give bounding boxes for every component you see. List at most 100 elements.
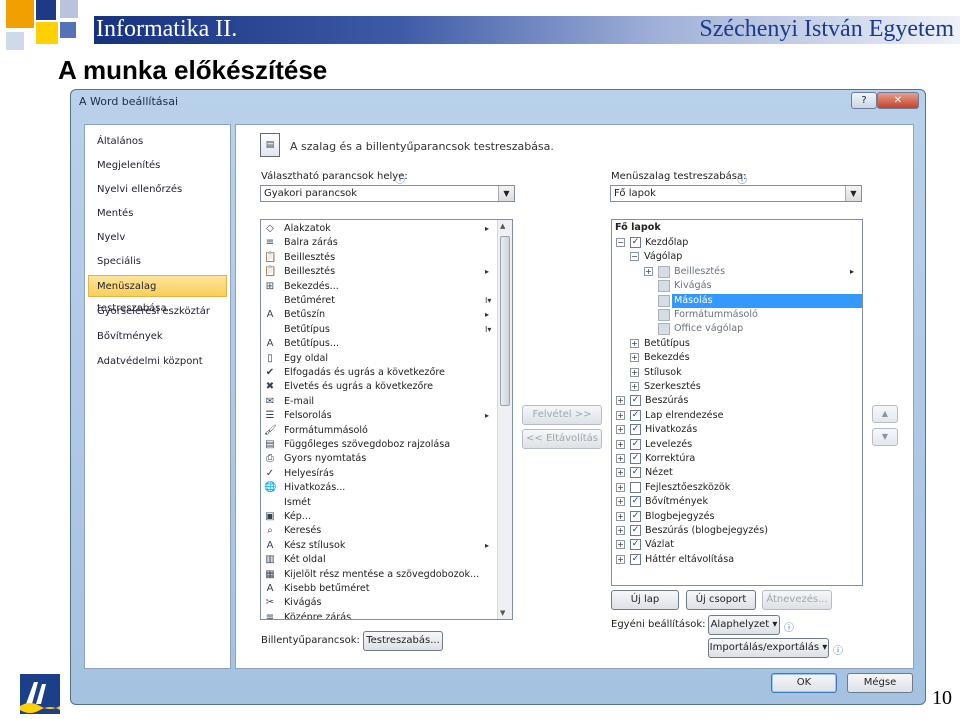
expand-icon[interactable]: +	[616, 396, 625, 406]
help-button[interactable]: ?	[851, 92, 877, 109]
dropdown-arrow-icon[interactable]: ▼	[845, 186, 861, 201]
nav-item-5[interactable]: Nyelv	[85, 227, 230, 249]
command-item[interactable]: ▣ Kép...	[261, 510, 497, 524]
tree-item[interactable]: + ✓ Nézet	[612, 466, 862, 480]
tab-checkbox[interactable]: ✓	[630, 539, 641, 551]
tab-checkbox[interactable]: ✓	[630, 510, 641, 522]
tab-checkbox[interactable]: ✓	[630, 409, 641, 421]
tab-checkbox[interactable]: ✓	[630, 553, 641, 565]
command-item[interactable]: ✖ Elvetés és ugrás a következőre	[261, 380, 497, 394]
tab-checkbox[interactable]: ✓	[630, 453, 641, 464]
tree-item[interactable]: − ✓ Kezdőlap	[612, 236, 862, 250]
tree-item[interactable]: Kivágás	[612, 279, 862, 293]
tab-checkbox[interactable]: ✓	[630, 424, 641, 436]
expand-icon[interactable]: +	[616, 511, 625, 521]
tree-item[interactable]: + ✓ Blogbejegyzés	[612, 510, 862, 524]
tree-item[interactable]: + ✓ Beszúrás	[612, 394, 862, 408]
collapse-icon[interactable]: −	[630, 252, 639, 262]
expand-icon[interactable]: +	[616, 410, 625, 420]
command-item[interactable]: Betűtípus I▾	[261, 323, 497, 337]
tree-item[interactable]: + ✓ Bővítmények	[612, 495, 862, 509]
expand-icon[interactable]: +	[630, 353, 639, 363]
add-button[interactable]: Felvétel >>	[522, 405, 602, 425]
tree-item[interactable]: + ✓ Beszúrás (blogbejegyzés)	[612, 524, 862, 538]
nav-item-8[interactable]: Gyorselérési eszköztár	[85, 301, 230, 323]
nav-item-6[interactable]: Speciális	[85, 251, 230, 273]
nav-item-9[interactable]: Bővítmények	[85, 326, 230, 348]
move-down-icon[interactable]: ▼	[872, 428, 898, 446]
tree-item[interactable]: Másolás	[612, 293, 862, 308]
tree-item[interactable]: + ✓ Háttér eltávolítása	[612, 553, 862, 567]
scroll-down-icon[interactable]: ▼	[500, 609, 505, 617]
nav-item-2[interactable]: Megjelenítés	[85, 155, 230, 177]
tree-item[interactable]: + ✓ Levelezés	[612, 438, 862, 452]
command-item[interactable]: ⎙ Gyors nyomtatás	[261, 452, 497, 466]
command-item[interactable]: ▯ Egy oldal	[261, 352, 497, 366]
tab-checkbox[interactable]: ✓	[630, 237, 641, 248]
command-item[interactable]: 🌐 Hivatkozás...	[261, 481, 497, 495]
command-item[interactable]: 📋 Beillesztés	[261, 251, 497, 265]
new-group-button[interactable]: Új csoport	[686, 590, 756, 610]
command-item[interactable]: ▥ Két oldal	[261, 553, 497, 567]
expand-icon[interactable]: +	[616, 439, 625, 449]
cancel-button[interactable]: Mégse	[847, 673, 913, 693]
tab-checkbox[interactable]	[630, 481, 641, 493]
dropdown-arrow-icon[interactable]: ▼	[498, 186, 514, 201]
expand-icon[interactable]: +	[616, 468, 625, 478]
expand-icon[interactable]: +	[616, 482, 625, 492]
tab-checkbox[interactable]: ✓	[630, 395, 641, 407]
scroll-thumb[interactable]	[500, 236, 510, 406]
tree-item[interactable]: + Stílusok	[612, 366, 862, 380]
command-item[interactable]: ⌕ Keresés	[261, 524, 497, 538]
tree-item[interactable]: + ✓ Lap elrendezése	[612, 409, 862, 423]
expand-icon[interactable]: +	[616, 425, 625, 435]
expand-icon[interactable]: +	[616, 497, 625, 507]
command-item[interactable]: ✓ Helyesírás	[261, 467, 497, 481]
tree-item[interactable]: + Beillesztés ▸	[612, 265, 862, 279]
nav-item-10[interactable]: Adatvédelmi központ	[85, 351, 230, 373]
tree-item[interactable]: − Vágólap	[612, 250, 862, 264]
commands-scrollbar[interactable]: ▲ ▼	[497, 220, 512, 619]
import-export-button[interactable]: Importálás/exportálás ▾	[708, 638, 829, 658]
command-item[interactable]: ▤ Függőleges szövegdoboz rajzolása	[261, 438, 497, 452]
expand-icon[interactable]: +	[630, 367, 639, 377]
tree-item[interactable]: + ✓ Korrektúra	[612, 452, 862, 466]
move-up-icon[interactable]: ▲	[872, 405, 898, 423]
command-item[interactable]: ≡ Középre zárás	[261, 611, 497, 619]
tree-item[interactable]: Formátummásoló	[612, 308, 862, 322]
tree-item[interactable]: + Szerkesztés	[612, 380, 862, 394]
expand-icon[interactable]: +	[616, 454, 625, 463]
new-tab-button[interactable]: Új lap	[611, 590, 679, 610]
command-item[interactable]: A Betűtípus...	[261, 337, 497, 351]
commands-list[interactable]: ◇ Alakzatok ▸ ≡ Balra zárás 📋 Beillesztés 📋 Beil…	[260, 219, 513, 620]
command-item[interactable]: 📋 Beillesztés ▸	[261, 265, 497, 279]
remove-button[interactable]: << Eltávolítás	[522, 429, 602, 449]
expand-icon[interactable]: +	[630, 382, 639, 391]
command-item[interactable]: A Kész stílusok ▸	[261, 539, 497, 553]
rename-button[interactable]: Átnevezés...	[762, 590, 832, 610]
reset-button[interactable]: Alaphelyzet ▾	[708, 615, 780, 635]
tree-item[interactable]: + ✓ Hivatkozás	[612, 423, 862, 437]
tab-checkbox[interactable]: ✓	[630, 438, 641, 450]
command-item[interactable]: ◇ Alakzatok ▸	[261, 222, 497, 236]
expand-icon[interactable]: +	[616, 526, 625, 535]
nav-item-3[interactable]: Nyelvi ellenőrzés	[85, 179, 230, 201]
tree-item[interactable]: + Betűtípus	[612, 337, 862, 351]
commands-source-select[interactable]: Gyakori parancsok ▼	[260, 185, 515, 202]
customize-shortcuts-button[interactable]: Testreszabás...	[363, 631, 443, 651]
command-item[interactable]: ☰ Felsorolás ▸	[261, 409, 497, 423]
ribbon-tree[interactable]: Fő lapok − ✓ Kezdőlap − Vágólap + Beillesztés ▸…	[611, 219, 863, 586]
expand-icon[interactable]: +	[616, 554, 625, 564]
command-item[interactable]: Ismét	[261, 496, 497, 510]
nav-item-1[interactable]: Általános	[85, 131, 230, 153]
tree-item[interactable]: Office vágólap	[612, 322, 862, 336]
command-item[interactable]: A Kisebb betűméret	[261, 582, 497, 596]
command-item[interactable]: ✉ E-mail	[261, 395, 497, 409]
command-item[interactable]: ▦ Kijelölt rész mentése a szövegdobozok..…	[261, 568, 497, 582]
command-item[interactable]: ✂ Kivágás	[261, 596, 497, 610]
expand-icon[interactable]: +	[644, 266, 653, 276]
command-item[interactable]: ≡ Balra zárás	[261, 236, 497, 250]
collapse-icon[interactable]: −	[616, 238, 625, 247]
expand-icon[interactable]: +	[630, 338, 639, 348]
tree-item[interactable]: + Bekezdés	[612, 351, 862, 365]
